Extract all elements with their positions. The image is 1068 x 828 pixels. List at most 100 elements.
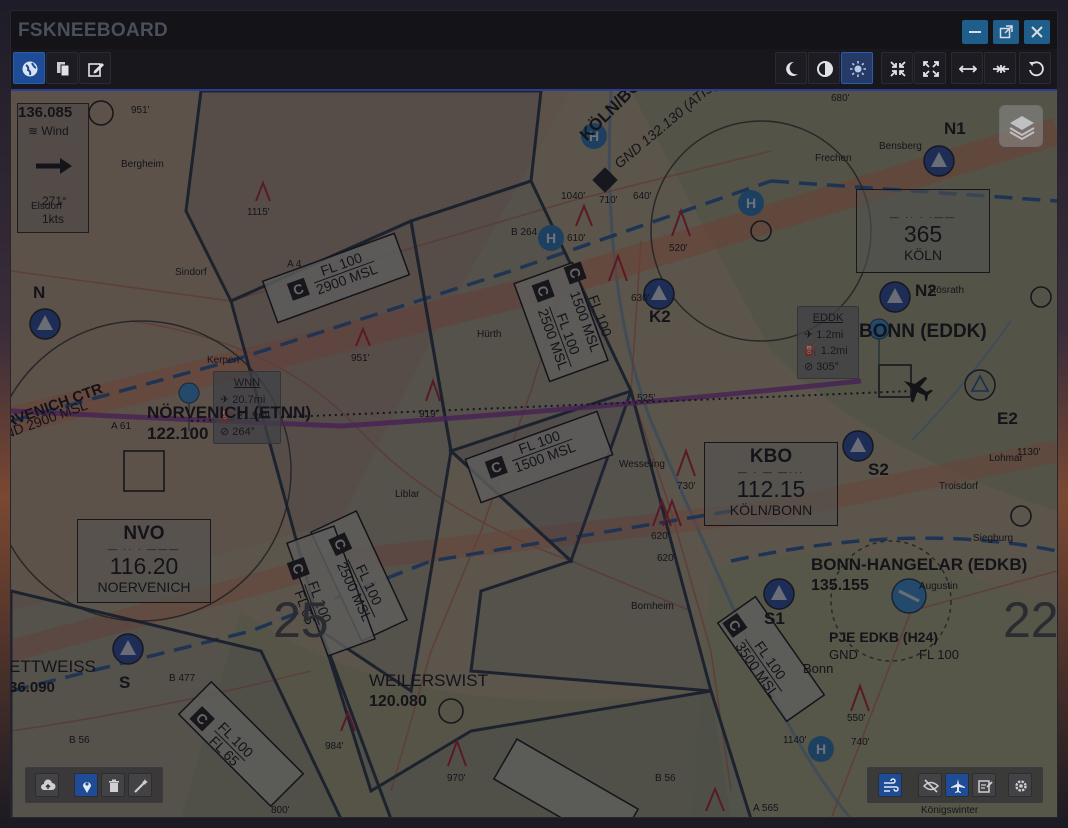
- auto-button[interactable]: [128, 773, 152, 797]
- documents-mode-button[interactable]: [46, 52, 78, 84]
- town-troisdorf: Troisdorf: [939, 481, 979, 492]
- waypoint-info-eddk[interactable]: EDDK ✈ 1.2mi ⛽ 1.2mi ⊘ 305°: [797, 306, 859, 379]
- reset-button[interactable]: [1019, 52, 1051, 84]
- elevation-label: 520': [669, 243, 688, 254]
- town-bonn: Bonn: [803, 661, 834, 676]
- cloud-upload-button[interactable]: [35, 773, 59, 797]
- app-title: FSKNEEBOARD: [18, 20, 169, 41]
- elevation-label: 525': [637, 393, 656, 404]
- minimize-icon: [969, 31, 981, 33]
- wind-speed: 1kts: [42, 212, 65, 226]
- expand-button[interactable]: [914, 52, 946, 84]
- widen-button[interactable]: [951, 52, 983, 84]
- collapse-icon: [890, 61, 906, 77]
- navaid-id: NVO: [123, 523, 165, 544]
- hide-button[interactable]: [918, 773, 942, 797]
- fskneeboard-window: FSKNEEBOARD H H H H C FL 100 2900 MSL C …: [10, 10, 1058, 818]
- distance-value: 1.2mi: [816, 329, 844, 341]
- label-n1: N1: [944, 119, 966, 138]
- label-zettweiss-freq: 36.090: [11, 679, 55, 696]
- road-label: A 565: [753, 803, 779, 814]
- undo-icon: [1029, 61, 1044, 77]
- map-view[interactable]: HHHH C FL 100 2900 MSL C FL 100 2500 MSL…: [11, 89, 1057, 817]
- map-pin-icon: [83, 782, 91, 793]
- aircraft-track-button[interactable]: [945, 773, 969, 797]
- label-pje: PJE EDKB (H24): [829, 629, 938, 645]
- narrow-button[interactable]: [984, 52, 1016, 84]
- collapse-button[interactable]: [881, 52, 913, 84]
- town-elsdorf: Elsdorf: [31, 201, 63, 212]
- notepad-mode-button[interactable]: [79, 52, 111, 84]
- popout-icon: [999, 25, 1013, 39]
- label-pje-gnd: GND: [829, 647, 858, 662]
- navaid-id: KBO: [749, 446, 793, 467]
- road-label: B 477: [169, 673, 196, 684]
- brightness-button[interactable]: [841, 52, 873, 84]
- waypoint-name: WNN: [233, 377, 261, 389]
- label-e2: E2: [997, 409, 1018, 428]
- svg-text:H: H: [816, 741, 826, 757]
- navaid-name: KÖLN: [903, 247, 943, 263]
- hide-icon: [923, 779, 939, 793]
- contrast-button[interactable]: [808, 52, 840, 84]
- label-zone-25: 25: [273, 592, 329, 648]
- wind-toggle-button[interactable]: [878, 773, 902, 797]
- navaid-name: NOERVENICH: [97, 579, 191, 595]
- wind-arrow-icon: [36, 158, 72, 174]
- town-sindorf: Sindorf: [175, 267, 207, 278]
- navaid-morse: — ·· · ·——: [889, 212, 957, 222]
- town-bergheim: Bergheim: [121, 159, 164, 170]
- close-button[interactable]: [1024, 20, 1050, 44]
- town-augustin: Augustin: [919, 581, 958, 592]
- label-noervenich: NÖRVENICH (ETNN): [147, 403, 312, 422]
- label-s: S: [119, 673, 131, 692]
- trash-icon: [109, 779, 119, 792]
- elevation-label: 1130': [1017, 447, 1041, 458]
- wind-frequency: 136.085: [18, 104, 73, 121]
- moon-icon: [786, 61, 798, 76]
- elevation-label: 710': [599, 195, 618, 206]
- contrast-icon: [817, 61, 833, 77]
- night-mode-button[interactable]: [775, 52, 807, 84]
- expand-icon: [923, 61, 939, 77]
- label-bonn-eddk: BONN (EDDK): [859, 321, 987, 342]
- wind-label-row: ≋ Wind: [28, 124, 69, 138]
- label-k2: K2: [649, 307, 671, 326]
- navaid-frequency: 112.15: [736, 476, 806, 502]
- svg-text:H: H: [746, 195, 756, 211]
- label-zone-22: 22: [1003, 592, 1057, 648]
- popout-button[interactable]: [993, 20, 1019, 44]
- town-koenigswinter: Königswinter: [921, 805, 979, 816]
- join-horizontal-icon: [993, 65, 1009, 73]
- marker-tools-panel: [25, 767, 163, 803]
- minimize-button[interactable]: [962, 20, 988, 44]
- elevation-label: 1115': [247, 207, 270, 218]
- brightness-icon: [850, 61, 866, 77]
- town-bornheim: Bornheim: [631, 601, 674, 612]
- add-pin-button[interactable]: [74, 773, 98, 797]
- road-label: B 56: [655, 773, 676, 784]
- label-weilerswist: WEILERSWIST: [369, 671, 489, 690]
- town-kerpen: Kerpen: [207, 355, 240, 366]
- elevation-label: 630': [631, 293, 650, 304]
- navaid-box-ndb: — ·· · ·—— 365 KÖLN: [856, 189, 990, 273]
- label-hangelar-freq: 135.155: [811, 577, 869, 594]
- navaid-frequency: 365: [903, 221, 943, 247]
- title-bar[interactable]: FSKNEEBOARD: [11, 11, 1057, 49]
- town-liblar: Liblar: [395, 489, 420, 500]
- settings-icon: [1015, 780, 1027, 792]
- navaid-frequency: 116.20: [109, 553, 179, 579]
- elevation-label: 951': [351, 353, 370, 364]
- notes-button[interactable]: [972, 773, 996, 797]
- elevation-label: 951': [131, 105, 150, 116]
- settings-button[interactable]: [1008, 773, 1032, 797]
- delete-button[interactable]: [101, 773, 125, 797]
- map-mode-button[interactable]: [13, 52, 45, 84]
- map-globe-icon: [22, 61, 38, 77]
- label-hangelar: BONN-HANGELAR (EDKB): [811, 555, 1028, 574]
- town-wesseling: Wesseling: [619, 459, 665, 470]
- navaid-box-nvo: NVO — ·· · ——— 116.20 NOERVENICH: [77, 519, 211, 603]
- layers-button[interactable]: [999, 105, 1043, 147]
- wind-label: Wind: [41, 124, 69, 138]
- town-huerth: Hürth: [477, 329, 502, 340]
